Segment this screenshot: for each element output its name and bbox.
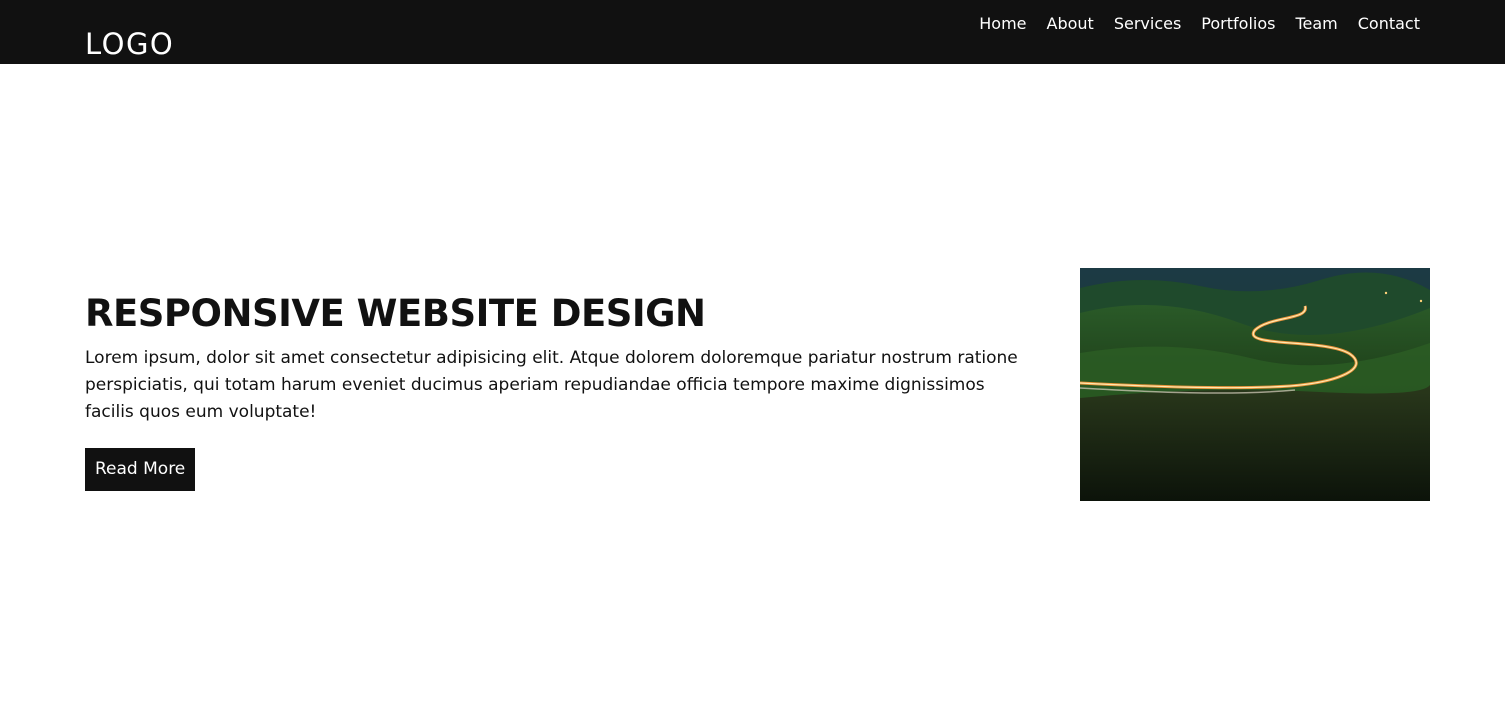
site-header: LOGO Home About Services Portfolios Team… (0, 0, 1505, 64)
nav-link-team[interactable]: Team (1295, 13, 1337, 35)
nav-link-home[interactable]: Home (979, 13, 1026, 35)
nav-link-portfolios[interactable]: Portfolios (1201, 13, 1275, 35)
hero-text: RESPONSIVE WEBSITE DESIGN Lorem ipsum, d… (85, 292, 1045, 491)
landscape-road-image (1080, 268, 1430, 501)
nav-link-about[interactable]: About (1047, 13, 1094, 35)
hero-image (1080, 268, 1430, 501)
read-more-button[interactable]: Read More (85, 448, 196, 491)
hero-description: Lorem ipsum, dolor sit amet consectetur … (85, 348, 1018, 422)
logo[interactable]: LOGO (85, 27, 174, 61)
main-nav: Home About Services Portfolios Team Cont… (979, 13, 1420, 35)
hero-section: RESPONSIVE WEBSITE DESIGN Lorem ipsum, d… (85, 268, 1430, 501)
nav-link-services[interactable]: Services (1114, 13, 1181, 35)
hero-title: RESPONSIVE WEBSITE DESIGN (85, 292, 706, 335)
nav-link-contact[interactable]: Contact (1358, 13, 1420, 35)
